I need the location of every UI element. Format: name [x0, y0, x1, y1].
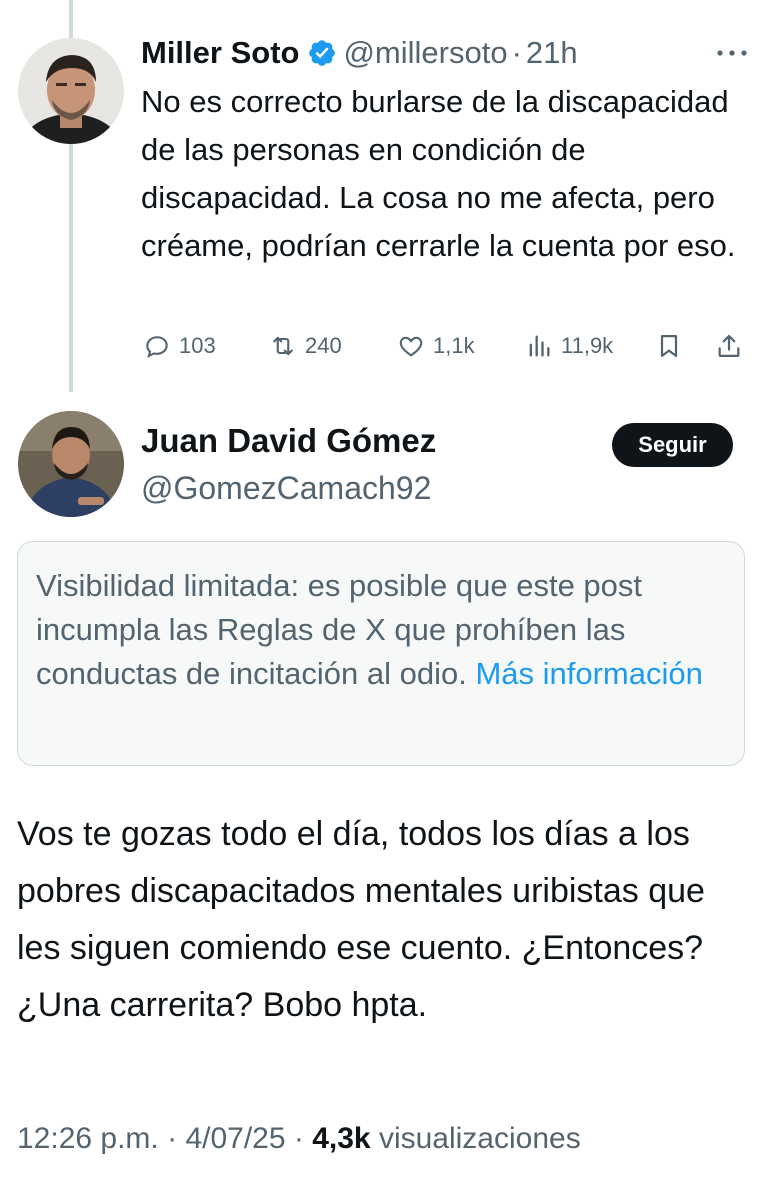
- verified-badge-icon: [307, 38, 337, 68]
- reply-author-handle[interactable]: @GomezCamach92: [141, 470, 431, 507]
- reply-button[interactable]: 103: [143, 332, 216, 360]
- reply-author-name[interactable]: Juan David Gómez: [141, 422, 436, 460]
- limited-visibility-notice: Visibilidad limitada: es posible que est…: [17, 541, 745, 766]
- repost-count: 240: [305, 333, 342, 358]
- like-count: 1,1k: [433, 333, 475, 358]
- parent-tweet-text: No es correcto burlarse de la discapacid…: [141, 84, 736, 263]
- separator-dot: ·: [511, 35, 522, 70]
- repost-button[interactable]: 240: [269, 332, 342, 360]
- views-total: 4,3k: [312, 1122, 371, 1155]
- like-button[interactable]: 1,1k: [397, 332, 475, 360]
- tweet-time[interactable]: 12:26 p.m.: [17, 1122, 159, 1155]
- more-options-icon[interactable]: [710, 38, 754, 68]
- avatar-miller-soto[interactable]: [18, 38, 124, 144]
- bookmark-icon: [660, 334, 678, 358]
- tweet-actions-bar: 103 240 1,1k 11,9k: [141, 328, 751, 368]
- author-name[interactable]: Miller Soto: [141, 35, 299, 71]
- tweet-timestamp-row: 12:26 p.m. · 4/07/25 · 4,3k visualizacio…: [17, 1122, 581, 1156]
- bookmark-button[interactable]: [655, 332, 691, 360]
- author-handle[interactable]: @millersoto: [343, 35, 507, 71]
- heart-icon: [399, 336, 423, 357]
- more-info-link[interactable]: Más información: [475, 656, 702, 691]
- repost-icon: [273, 336, 293, 356]
- views-button[interactable]: 11,9k: [525, 332, 613, 360]
- views-count: 11,9k: [561, 333, 614, 358]
- share-button[interactable]: [715, 332, 751, 360]
- tweet-time-ago[interactable]: 21h: [526, 35, 578, 71]
- separator-dot: ·: [167, 1122, 186, 1155]
- parent-tweet-header: Miller Soto @millersoto · 21h: [141, 30, 578, 76]
- share-icon: [718, 334, 740, 358]
- separator-dot: ·: [293, 1122, 313, 1155]
- follow-button[interactable]: Seguir: [612, 423, 733, 467]
- avatar-juan-david-gomez[interactable]: [18, 411, 124, 517]
- reply-icon: [146, 336, 168, 358]
- reply-tweet-text: Vos te gozas todo el día, todos los días…: [17, 815, 705, 1024]
- tweet-date[interactable]: 4/07/25: [185, 1122, 285, 1155]
- views-chart-icon: [529, 335, 550, 357]
- reply-count: 103: [179, 333, 216, 358]
- views-label: visualizaciones: [378, 1122, 581, 1155]
